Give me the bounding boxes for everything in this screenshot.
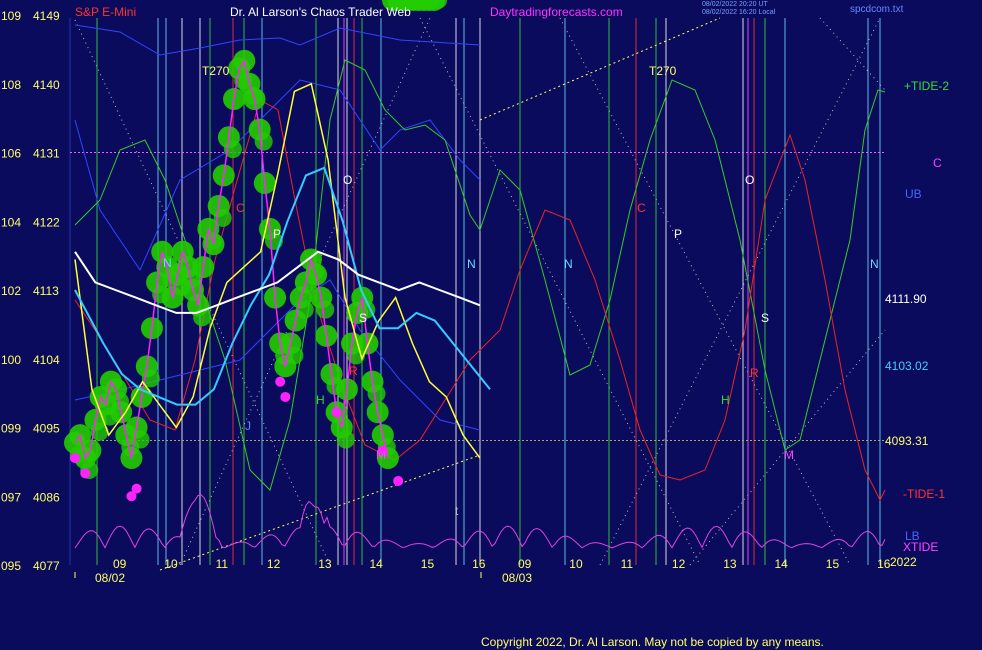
file-name: spcdcom.txt <box>850 4 904 15</box>
x-hour-label-8: 09 <box>518 557 532 571</box>
x-year-label: 2022 <box>890 555 917 569</box>
annotation-3: P <box>273 227 281 241</box>
y-price-label-2: 4131 <box>33 147 60 161</box>
diagonal-guide-6 <box>819 17 886 91</box>
diagonal-guide-4 <box>599 17 881 566</box>
x-hour-label-13: 14 <box>775 557 789 571</box>
y-price-label-7: 4086 <box>33 490 60 504</box>
y-price-label-0: 4149 <box>33 9 60 23</box>
x-hour-label-14: 15 <box>826 557 840 571</box>
trend-line-upper <box>479 17 721 121</box>
y-price-label-6: 4095 <box>33 422 60 436</box>
price-dot-lower-58 <box>367 384 386 403</box>
copyright-text: Copyright 2022, Dr. Al Larson. May not b… <box>481 635 824 649</box>
diagonal-guide-3 <box>559 17 851 566</box>
y-index-label-8: 095 <box>1 559 21 573</box>
y-index-label-3: 104 <box>1 215 21 229</box>
annotation-6: R <box>349 364 358 378</box>
x-date-label-0: 08/02 <box>95 571 125 585</box>
timestamp-local: 08/02/2022 16:20 Local <box>702 9 776 16</box>
label-c: C <box>933 156 942 170</box>
y-price-label-4: 4113 <box>33 284 59 298</box>
x-hour-label-11: 12 <box>672 557 686 571</box>
x-hour-label-10: 11 <box>621 557 634 571</box>
x-hour-label-15: 16 <box>877 557 891 571</box>
annotation-10: t <box>455 504 459 518</box>
annotation-8: M <box>376 448 386 462</box>
label-level2: 4103.02 <box>885 359 929 373</box>
label-tide2: +TIDE-2 <box>904 79 949 93</box>
annotation-5: S <box>359 311 367 325</box>
y-index-label-5: 100 <box>1 353 21 367</box>
annotation-13: P <box>674 227 682 241</box>
low-marker-4 <box>275 376 286 387</box>
x-hour-label-1: 10 <box>164 557 178 571</box>
x-hour-label-5: 14 <box>370 557 384 571</box>
annotation-7: H <box>316 393 325 407</box>
chart-window: 109 4149 108 4140 106 4131 104 4122 102 4113 100 41… <box>0 0 982 650</box>
label-tide1: -TIDE-1 <box>903 487 945 501</box>
low-marker-5 <box>280 391 291 402</box>
annotation-20: N <box>564 257 573 271</box>
label-xtide: XTIDE <box>903 540 938 554</box>
y-price-label-1: 4140 <box>33 78 60 92</box>
annotation-18: M <box>784 448 794 462</box>
annotation-2: C <box>236 201 245 215</box>
x-hour-label-0: 09 <box>113 557 127 571</box>
annotation-15: S <box>761 311 769 325</box>
annotation-14: O <box>745 173 754 187</box>
upper-band <box>74 24 481 56</box>
x-date-label-1: 08/03 <box>502 571 532 585</box>
y-price-label-5: 4104 <box>33 353 60 367</box>
low-marker-1 <box>80 468 91 479</box>
y-index-label-0: 109 <box>1 9 21 23</box>
label-level3: 4093.31 <box>885 434 929 448</box>
low-marker-3 <box>131 483 142 494</box>
x-hour-label-3: 12 <box>267 557 281 571</box>
annotation-0: T270 <box>202 64 230 78</box>
y-index-label-6: 099 <box>1 422 21 436</box>
chart-svg: 109 4149 108 4140 106 4131 104 4122 102 4113 100 41… <box>1 0 949 585</box>
y-index-label-2: 106 <box>1 147 21 161</box>
label-ub: UB <box>905 187 922 201</box>
y-index-label-1: 108 <box>1 78 21 92</box>
site-link[interactable]: Daytradingforecasts.com <box>490 5 623 19</box>
annotation-21: N <box>870 257 879 271</box>
annotation-17: H <box>721 393 730 407</box>
annotation-16: R <box>750 366 759 380</box>
x-hour-label-2: 11 <box>216 557 229 571</box>
diagonal-guide-2 <box>419 17 701 566</box>
price-dot-lower-52 <box>336 430 355 449</box>
annotation-19: N <box>467 257 476 271</box>
annotation-9: J <box>245 419 251 433</box>
y-index-label-4: 102 <box>1 284 21 298</box>
chart-title: Dr. Al Larson's Chaos Trader Web <box>230 5 411 19</box>
y-index-label-7: 097 <box>1 490 21 504</box>
x-hour-label-12: 13 <box>723 557 737 571</box>
low-marker-8 <box>393 475 404 486</box>
x-hour-label-9: 10 <box>569 557 583 571</box>
x-hour-label-6: 15 <box>421 557 435 571</box>
price-dot-lower-36 <box>254 132 273 151</box>
annotation-4: O <box>343 173 352 187</box>
y-price-label-3: 4122 <box>33 215 60 229</box>
x-hour-label-4: 13 <box>318 557 332 571</box>
low-marker-0 <box>70 453 80 464</box>
annotation-12: C <box>637 201 646 215</box>
annotation-1: N <box>163 256 172 270</box>
annotation-11: T270 <box>649 64 677 78</box>
price-dot-lower-48 <box>316 300 335 319</box>
label-level1: 4111.90 <box>885 292 927 306</box>
symbol-label: S&P E-Mini <box>75 5 137 19</box>
timestamp-utc: 08/02/2022 20:20 UT <box>702 1 768 8</box>
trend-line-lower <box>159 454 481 571</box>
x-hour-label-7: 16 <box>472 557 486 571</box>
y-price-label-8: 4077 <box>33 559 60 573</box>
